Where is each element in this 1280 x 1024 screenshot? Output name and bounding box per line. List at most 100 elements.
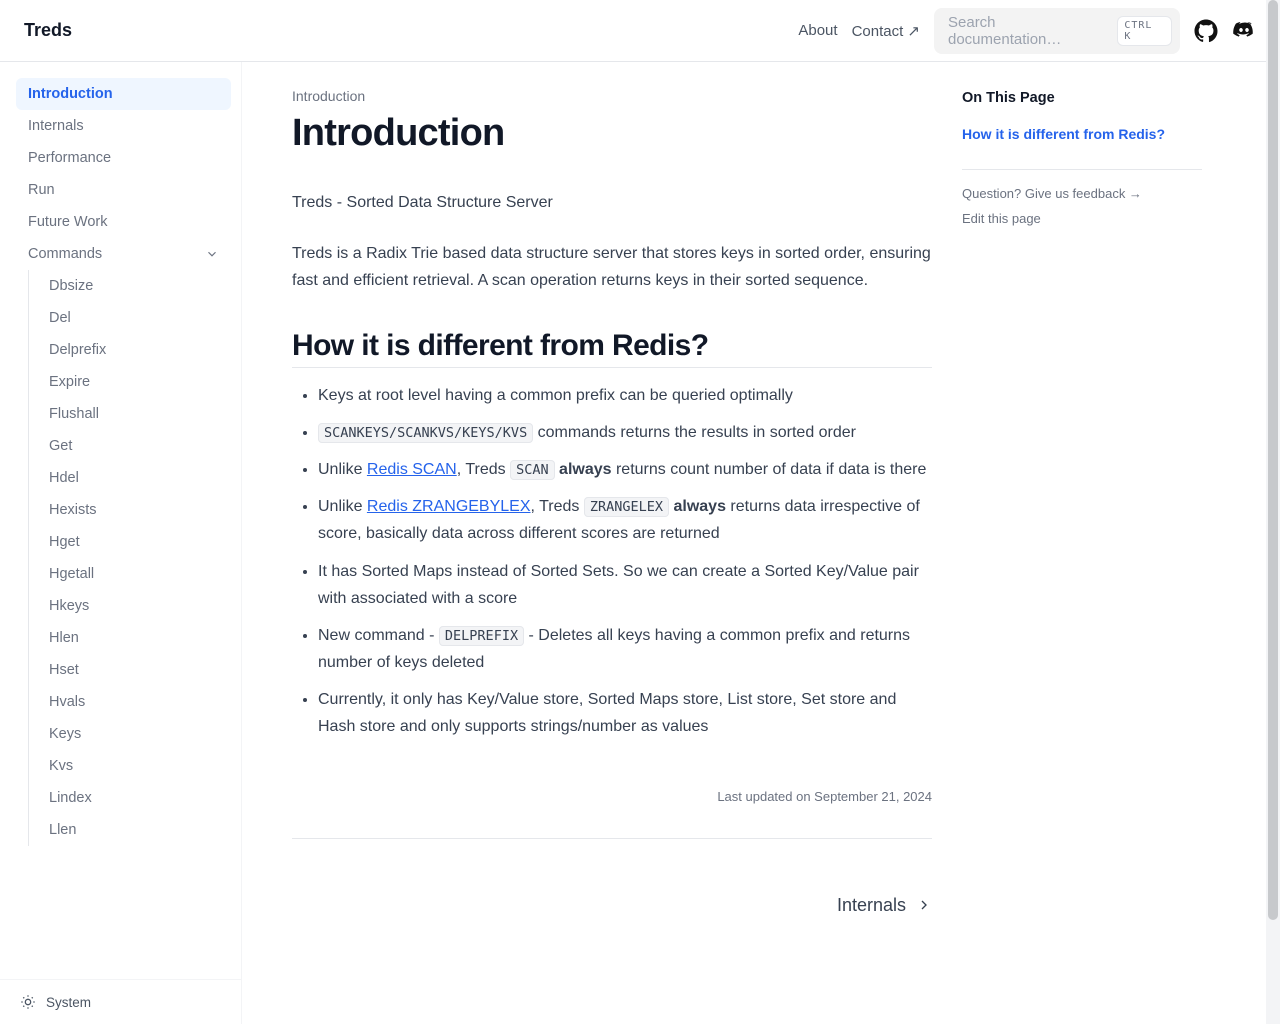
code: SCANKEYS/SCANKVS/KEYS/KVS: [318, 423, 533, 443]
list-item: New command - DELPREFIX - Deletes all ke…: [318, 622, 932, 676]
list-text: , Treds: [457, 461, 510, 478]
search-placeholder: Search documentation…: [948, 14, 1107, 48]
header-nav: About Contact ↗ Search documentation… CT…: [798, 8, 1256, 54]
sidebar-item-hgetall[interactable]: Hgetall: [33, 558, 231, 590]
bold: always: [559, 461, 611, 478]
toc-title: On This Page: [962, 90, 1202, 106]
sidebar-item-label: Dbsize: [49, 278, 93, 294]
list-text: Currently, it only has Key/Value store, …: [318, 691, 896, 735]
article: Introduction Introduction Treds - Sorted…: [292, 88, 932, 984]
sidebar-item-del[interactable]: Del: [33, 302, 231, 334]
sidebar-item-flushall[interactable]: Flushall: [33, 398, 231, 430]
next-page-link[interactable]: Internals: [292, 895, 932, 916]
list-text: returns count number of data if data is …: [612, 461, 927, 478]
sidebar-item-lindex[interactable]: Lindex: [33, 782, 231, 814]
sidebar-item-future-work[interactable]: Future Work: [16, 206, 231, 238]
sidebar-item-label: Hlen: [49, 630, 79, 646]
divider: [962, 169, 1202, 170]
intro-description: Treds is a Radix Trie based data structu…: [292, 240, 932, 294]
breadcrumb: Introduction: [292, 88, 932, 104]
sidebar-item-keys[interactable]: Keys: [33, 718, 231, 750]
page-scrollbar[interactable]: [1266, 0, 1280, 1024]
sidebar-item-hvals[interactable]: Hvals: [33, 686, 231, 718]
sidebar-item-label: Hexists: [49, 502, 97, 518]
sidebar-item-label: Delprefix: [49, 342, 106, 358]
sidebar-item-hget[interactable]: Hget: [33, 526, 231, 558]
edit-page-link[interactable]: Edit this page: [962, 211, 1202, 226]
sidebar-item-hset[interactable]: Hset: [33, 654, 231, 686]
sidebar-item-hlen[interactable]: Hlen: [33, 622, 231, 654]
sidebar-item-commands[interactable]: Commands: [16, 238, 231, 270]
feedback-link[interactable]: Question? Give us feedback →: [962, 186, 1202, 201]
search-input[interactable]: Search documentation… CTRL K: [934, 8, 1180, 54]
sidebar-item-label: Hget: [49, 534, 80, 550]
code: DELPREFIX: [439, 626, 524, 646]
sidebar-item-dbsize[interactable]: Dbsize: [33, 270, 231, 302]
sidebar-item-get[interactable]: Get: [33, 430, 231, 462]
sidebar-item-introduction[interactable]: Introduction: [16, 78, 231, 110]
toc: On This Page How it is different from Re…: [962, 88, 1202, 984]
sidebar-item-label: Hdel: [49, 470, 79, 486]
sidebar-item-label: Llen: [49, 822, 76, 838]
theme-switcher[interactable]: System: [0, 979, 241, 1024]
list-text: Unlike: [318, 498, 367, 515]
list-text: New command -: [318, 627, 439, 644]
list-item: SCANKEYS/SCANKVS/KEYS/KVS commands retur…: [318, 419, 932, 446]
sidebar-item-hexists[interactable]: Hexists: [33, 494, 231, 526]
sidebar-item-label: Commands: [28, 246, 102, 262]
code: ZRANGELEX: [584, 497, 669, 517]
list-item: Currently, it only has Key/Value store, …: [318, 686, 932, 740]
list-text: Unlike: [318, 461, 367, 478]
list-text: Keys at root level having a common prefi…: [318, 387, 793, 404]
sidebar-item-llen[interactable]: Llen: [33, 814, 231, 846]
sidebar-item-hdel[interactable]: Hdel: [33, 462, 231, 494]
section-heading: How it is different from Redis?: [292, 329, 932, 368]
search-kbd: CTRL K: [1117, 16, 1172, 46]
sidebar-item-label: Lindex: [49, 790, 92, 806]
sidebar-item-label: Hgetall: [49, 566, 94, 582]
list-item: It has Sorted Maps instead of Sorted Set…: [318, 558, 932, 612]
bold: always: [673, 498, 725, 515]
redis-scan-link[interactable]: Redis SCAN: [367, 461, 457, 478]
sidebar-item-label: Get: [49, 438, 72, 454]
chevron-right-icon: [916, 897, 932, 913]
sidebar-item-label: Internals: [28, 118, 84, 134]
sidebar-item-label: Performance: [28, 150, 111, 166]
sidebar-item-delprefix[interactable]: Delprefix: [33, 334, 231, 366]
sidebar-item-label: Del: [49, 310, 71, 326]
sidebar-item-run[interactable]: Run: [16, 174, 231, 206]
nav-about[interactable]: About: [798, 22, 837, 39]
code: SCAN: [510, 460, 555, 480]
sidebar-item-internals[interactable]: Internals: [16, 110, 231, 142]
list-item: Unlike Redis SCAN, Treds SCAN always ret…: [318, 456, 932, 483]
github-icon[interactable]: [1194, 19, 1218, 43]
sidebar-item-label: Hkeys: [49, 598, 89, 614]
discord-icon[interactable]: [1232, 19, 1256, 43]
sidebar-item-label: Hvals: [49, 694, 85, 710]
sidebar-item-label: Flushall: [49, 406, 99, 422]
brand[interactable]: Treds: [24, 20, 72, 41]
sidebar-commands-list: Dbsize Del Delprefix Expire Flushall Get…: [28, 270, 231, 846]
scrollbar-thumb[interactable]: [1268, 0, 1278, 920]
page-title: Introduction: [292, 112, 932, 155]
list-text: , Treds: [531, 498, 584, 515]
header: Treds About Contact ↗ Search documentati…: [0, 0, 1280, 62]
sidebar-item-performance[interactable]: Performance: [16, 142, 231, 174]
redis-zrangebylex-link[interactable]: Redis ZRANGEBYLEX: [367, 498, 531, 515]
toc-link-diff[interactable]: How it is different from Redis?: [962, 124, 1202, 145]
list-item: Unlike Redis ZRANGEBYLEX, Treds ZRANGELE…: [318, 493, 932, 547]
nav-contact[interactable]: Contact ↗: [852, 22, 920, 40]
sun-icon: [20, 994, 36, 1010]
sidebar-item-hkeys[interactable]: Hkeys: [33, 590, 231, 622]
sidebar-item-kvs[interactable]: Kvs: [33, 750, 231, 782]
sidebar-scroll[interactable]: Introduction Internals Performance Run F…: [0, 62, 241, 979]
diff-list: Keys at root level having a common prefi…: [292, 382, 932, 741]
content-area: Introduction Introduction Treds - Sorted…: [242, 62, 1280, 1024]
chevron-down-icon: [205, 247, 219, 261]
list-text: It has Sorted Maps instead of Sorted Set…: [318, 563, 919, 607]
sidebar-item-expire[interactable]: Expire: [33, 366, 231, 398]
theme-label: System: [46, 995, 91, 1010]
sidebar-item-label: Run: [28, 182, 55, 198]
sidebar: Introduction Internals Performance Run F…: [0, 62, 242, 1024]
sidebar-item-label: Future Work: [28, 214, 108, 230]
